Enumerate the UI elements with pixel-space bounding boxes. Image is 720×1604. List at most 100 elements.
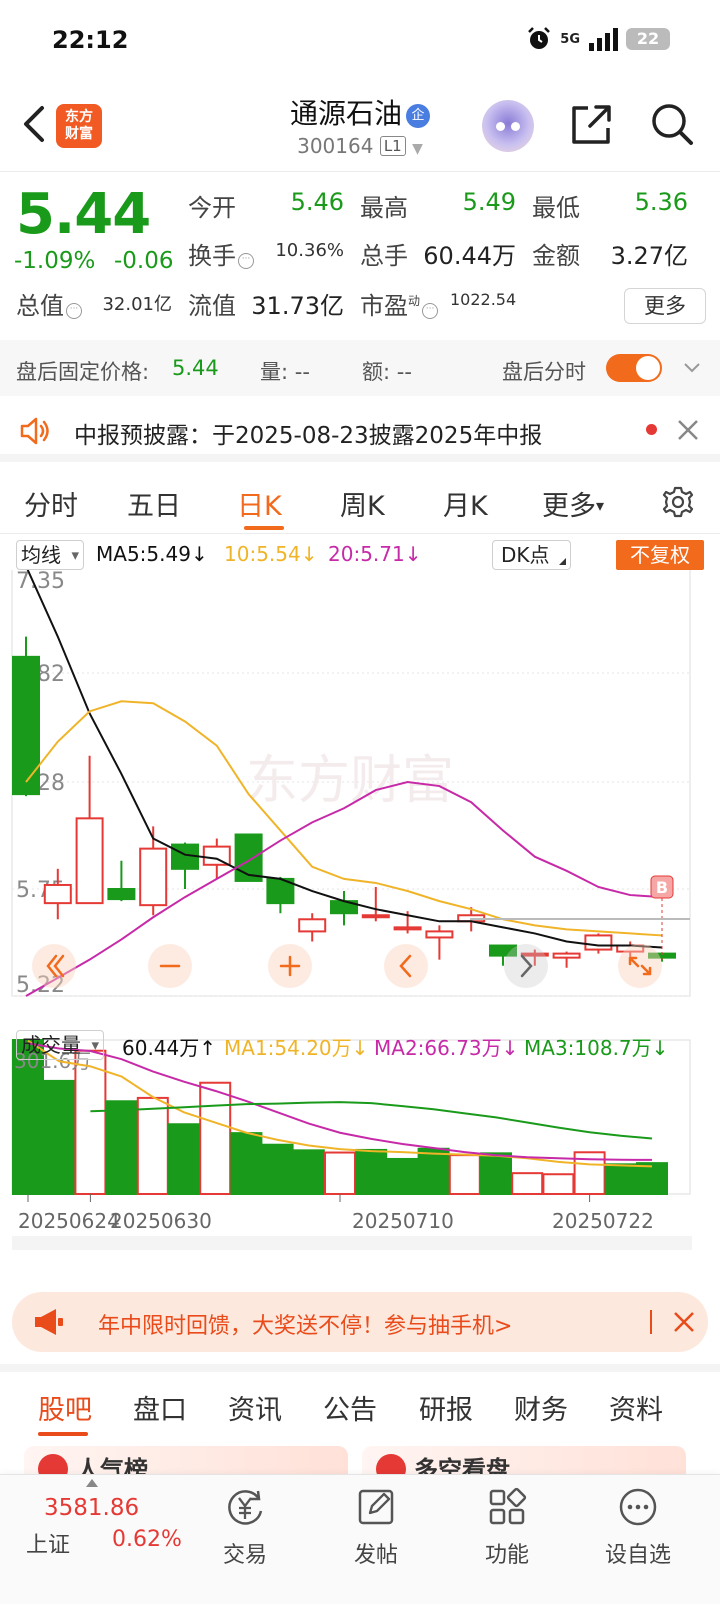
popularity-label: 人气榜 — [76, 1456, 148, 1476]
vol-ma3-text: MA3:108.7万 — [524, 1036, 652, 1060]
kline-chart-area[interactable]: 7.35 6.82 6.28 5.75 5.22 东方财富 B 301.6万 20250624 2… — [0, 565, 720, 1260]
info-dots-icon[interactable]: ··· — [66, 303, 82, 319]
compose-icon — [358, 1489, 394, 1525]
stat-label: 最低 — [532, 194, 580, 222]
enterprise-badge: 企 — [406, 104, 430, 128]
tab-five-day[interactable]: 五日 — [127, 484, 181, 523]
down-arrow-icon: ↓ — [190, 542, 208, 566]
unread-dot — [646, 424, 657, 435]
bottom-nav: 3581.86 上证 0.62% 交易 发帖 功能 设自选 — [0, 1474, 720, 1604]
ma10-value: 10:5.54↓ — [224, 542, 317, 566]
stat-label: 总手 — [360, 242, 408, 270]
ma5-text: MA5:5.49 — [96, 542, 191, 566]
tab-guba[interactable]: 股吧 — [38, 1388, 92, 1427]
promo-divider — [650, 1310, 652, 1334]
candle-body — [425, 930, 454, 939]
stat-amount: 3.27亿 — [610, 242, 688, 270]
stat-label: 今开 — [188, 194, 236, 222]
popularity-card[interactable] — [24, 1446, 348, 1476]
tab-daily-k[interactable]: 日K — [237, 484, 282, 523]
dk-point-button[interactable]: DK点 — [492, 540, 571, 570]
status-icons: 5G 22 — [526, 26, 670, 52]
ma20-text: 20:5.71 — [328, 542, 405, 566]
tab-news[interactable]: 资讯 — [228, 1388, 282, 1427]
info-dots-icon[interactable]: ··· — [422, 303, 439, 319]
adjust-mode-button[interactable]: 不复权 — [616, 540, 704, 570]
tab-more[interactable]: 更多▾ — [542, 484, 604, 523]
megaphone-icon — [35, 1309, 63, 1335]
search-icon[interactable] — [648, 100, 696, 148]
nav-functions[interactable]: 功能 — [462, 1485, 552, 1585]
kline-chart[interactable]: 7.356.826.285.755.22东方财富B301.6万202506242… — [0, 565, 720, 1260]
status-time: 22:12 — [52, 26, 129, 54]
vol-ma1-text: MA1:54.20万 — [224, 1036, 352, 1060]
volume-bar — [168, 1123, 200, 1196]
candle-body — [75, 817, 104, 905]
more-stats-button[interactable]: 更多 — [624, 288, 706, 324]
ai-assistant-avatar[interactable] — [482, 100, 534, 152]
volume-bar — [386, 1157, 419, 1196]
volume-selector[interactable]: 成交量 — [16, 1030, 104, 1060]
date-tick-label: 20250624 — [18, 1209, 120, 1233]
tab-profile[interactable]: 资料 — [609, 1388, 663, 1427]
ma5-value: MA5:5.49↓ — [96, 542, 208, 566]
date-tick-label: 20250722 — [552, 1209, 654, 1233]
ma-indicator-row: 均线 MA5:5.49↓ 10:5.54↓ 20:5.71↓ DK点 不复权 — [0, 540, 720, 574]
candle-body — [298, 918, 327, 933]
zoom-in-icon[interactable] — [268, 944, 312, 988]
up-arrow-icon: ↑ — [199, 1036, 217, 1060]
prev-icon[interactable] — [384, 944, 428, 988]
network-type: 5G — [560, 31, 580, 47]
long-short-icon — [376, 1454, 406, 1476]
ma10-text: 10:5.54 — [224, 542, 301, 566]
info-dots-icon[interactable]: ··· — [238, 253, 254, 269]
more-dots-icon — [619, 1488, 657, 1526]
volume-bar — [355, 1148, 388, 1195]
next-icon[interactable] — [504, 944, 548, 988]
nav-post[interactable]: 发帖 — [331, 1485, 421, 1585]
promo-banner[interactable]: 年中限时回馈，大奖送不停！参与抽手机> — [12, 1292, 708, 1352]
after-hours-toggle[interactable] — [606, 354, 662, 382]
candle-body — [393, 926, 422, 931]
volume-bar — [136, 1096, 169, 1196]
avatar-eye — [496, 122, 505, 131]
zoom-out-icon[interactable] — [148, 944, 192, 988]
long-short-card[interactable] — [362, 1446, 686, 1476]
volume-bar — [448, 1154, 481, 1196]
tab-pankou[interactable]: 盘口 — [133, 1388, 187, 1427]
grid-icon — [489, 1487, 527, 1525]
nav-post-label: 发帖 — [353, 1543, 398, 1568]
volume-bar — [480, 1152, 512, 1195]
notice-bar[interactable]: 中报预披露：于2025-08-23披露2025年中报 — [0, 400, 720, 462]
tab-announcements[interactable]: 公告 — [323, 1388, 377, 1427]
prev-icon-bg — [384, 944, 428, 988]
tab-weekly-k[interactable]: 周K — [340, 484, 385, 523]
fixed-price-label: 盘后固定价格: — [16, 360, 150, 384]
rewind-icon[interactable] — [32, 944, 76, 988]
close-icon[interactable] — [676, 418, 700, 442]
nav-trade[interactable]: 交易 — [200, 1485, 290, 1585]
tab-monthly-k[interactable]: 月K — [443, 484, 488, 523]
index-ticker[interactable]: 3581.86 上证 0.62% — [0, 1475, 190, 1575]
tab-finance[interactable]: 财务 — [514, 1388, 568, 1427]
status-bar: 22:12 5G 22 — [0, 0, 720, 80]
volume-text: 60.44万 — [122, 1036, 200, 1060]
gear-icon[interactable] — [660, 484, 696, 520]
tab-timeshare[interactable]: 分时 — [24, 484, 78, 523]
fixed-price-value: 5.44 — [172, 356, 219, 380]
tab-research[interactable]: 研报 — [419, 1388, 473, 1427]
vol-ma1-value: MA1:54.20万↓ — [224, 1032, 368, 1061]
close-icon[interactable] — [672, 1310, 696, 1334]
volume-bar — [105, 1100, 138, 1195]
ma-selector[interactable]: 均线 — [16, 540, 84, 570]
volume-bar — [199, 1081, 232, 1195]
chevron-down-icon[interactable] — [682, 358, 702, 378]
down-arrow-icon: ↓ — [351, 1036, 369, 1060]
fullscreen-icon[interactable] — [618, 944, 662, 988]
promo-text: 年中限时回馈，大奖送不停！参与抽手机> — [98, 1314, 513, 1339]
share-icon[interactable] — [568, 102, 614, 148]
down-arrow-icon: ↓ — [404, 542, 422, 566]
pe-superscript: 动 — [408, 294, 421, 308]
stat-high: 5.49 — [462, 188, 516, 216]
nav-add-watchlist[interactable]: 设自选 — [593, 1485, 683, 1585]
